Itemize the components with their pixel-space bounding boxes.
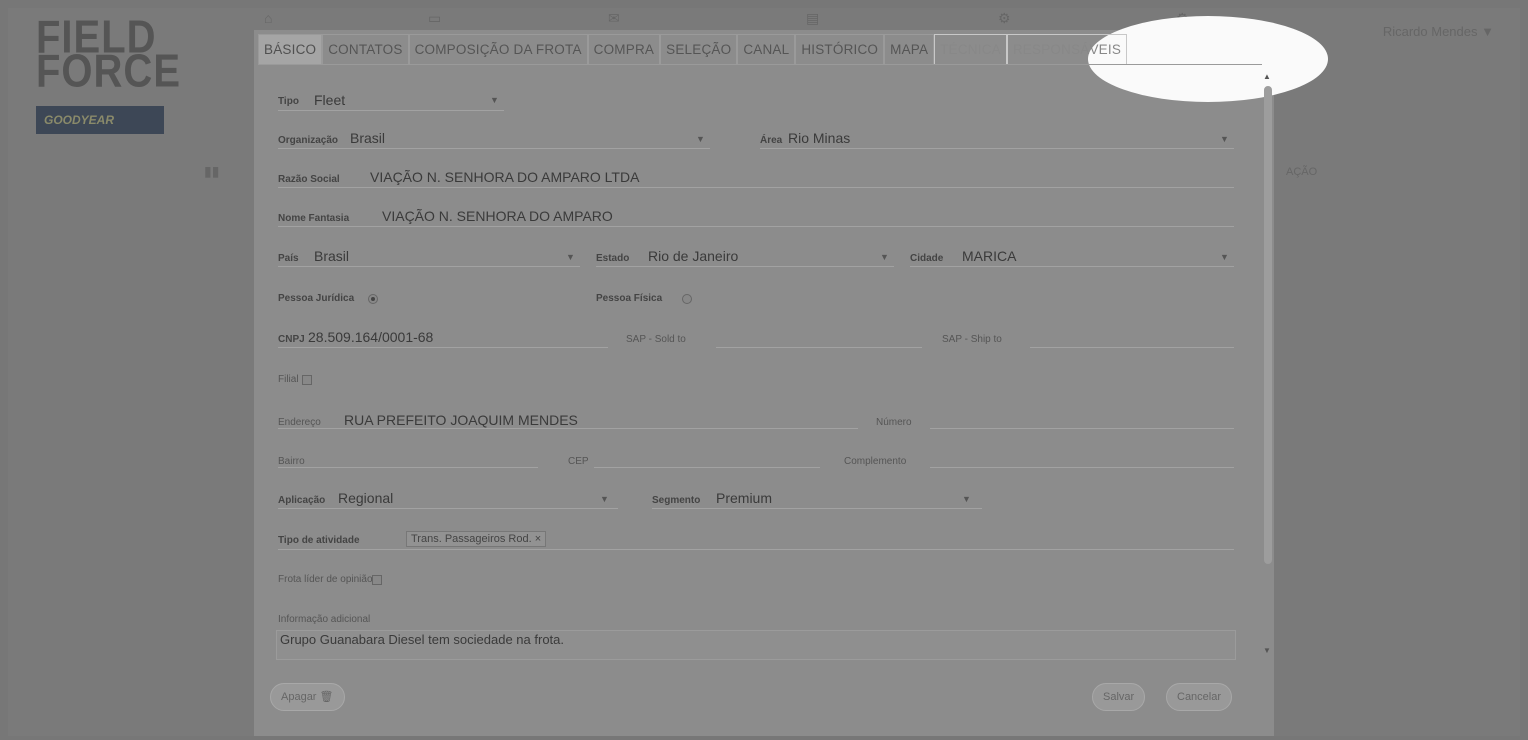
cep-label: CEP bbox=[568, 456, 589, 467]
area-select[interactable]: Rio Minas bbox=[788, 130, 850, 146]
tab-tecnica[interactable]: TÉCNICA bbox=[934, 34, 1007, 64]
background-label: AÇÃO bbox=[1286, 166, 1318, 178]
tipo-select[interactable]: Fleet bbox=[314, 92, 345, 108]
mail-icon[interactable]: ✉ bbox=[608, 10, 620, 27]
calendar-icon[interactable]: ▭ bbox=[428, 10, 441, 27]
segmento-label: Segmento bbox=[652, 495, 701, 506]
informacao-adicional-text: Grupo Guanabara Diesel tem sociedade na … bbox=[280, 632, 565, 647]
user-name: Ricardo Mendes bbox=[1382, 24, 1478, 39]
filial-label: Filial bbox=[278, 374, 299, 385]
tipo-label: Tipo bbox=[278, 96, 299, 107]
filial-checkbox[interactable] bbox=[302, 375, 312, 385]
caret-down-icon[interactable]: ▼ bbox=[490, 95, 499, 105]
cep-input[interactable] bbox=[594, 467, 820, 468]
chevron-down-icon: ▼ bbox=[1481, 24, 1494, 39]
razao-social-label: Razão Social bbox=[278, 174, 340, 185]
tab-responsaveis[interactable]: RESPONSÁVEIS bbox=[1006, 34, 1128, 64]
estado-select[interactable]: Rio de Janeiro bbox=[648, 248, 738, 264]
tab-historico[interactable]: HISTÓRICO bbox=[795, 34, 885, 64]
cnpj-input[interactable]: 28.509.164/0001-68 bbox=[308, 329, 433, 345]
scroll-up-icon[interactable]: ▲ bbox=[1262, 72, 1272, 81]
pessoa-fisica-label: Pessoa Física bbox=[596, 293, 663, 304]
user-menu[interactable]: Ricardo Mendes ▼ bbox=[1383, 24, 1494, 39]
bairro-label: Bairro bbox=[278, 456, 305, 467]
pessoa-juridica-label: Pessoa Jurídica bbox=[278, 293, 355, 304]
delete-button-label: Apagar bbox=[281, 691, 317, 703]
organizacao-label: Organização bbox=[278, 135, 339, 146]
scrollbar-thumb[interactable] bbox=[1264, 86, 1272, 564]
tab-divider bbox=[258, 64, 1262, 65]
complemento-label: Complemento bbox=[844, 456, 907, 467]
pessoa-juridica-radio[interactable] bbox=[368, 294, 378, 304]
tab-composicao-frota[interactable]: COMPOSIÇÃO DA FROTA bbox=[408, 34, 588, 64]
tab-basico[interactable]: BÁSICO bbox=[258, 34, 323, 64]
caret-down-icon[interactable]: ▼ bbox=[600, 494, 609, 504]
caret-down-icon[interactable]: ▼ bbox=[1220, 252, 1229, 262]
endereco-label: Endereço bbox=[278, 417, 321, 428]
caret-down-icon[interactable]: ▼ bbox=[1220, 134, 1229, 144]
frota-lider-label: Frota líder de opinião? bbox=[278, 574, 379, 585]
cidade-select[interactable]: MARICA bbox=[962, 248, 1016, 264]
bar-chart-icon: ▮▮ bbox=[204, 163, 220, 179]
sap-ship-to-label: SAP - Ship to bbox=[942, 334, 1002, 345]
field-force-logo[interactable]: FIELD FORCE GOODYEAR bbox=[36, 15, 181, 134]
endereco-input[interactable]: RUA PREFEITO JOAQUIM MENDES bbox=[344, 412, 578, 428]
tipo-atividade-label: Tipo de atividade bbox=[278, 535, 360, 546]
caret-down-icon[interactable]: ▼ bbox=[880, 252, 889, 262]
settings-icon[interactable]: ⚙ bbox=[998, 10, 1011, 27]
tab-compra[interactable]: COMPRA bbox=[587, 34, 661, 64]
caret-down-icon[interactable]: ▼ bbox=[696, 134, 705, 144]
pais-label: País bbox=[278, 253, 299, 264]
scroll-down-icon[interactable]: ▼ bbox=[1262, 646, 1272, 655]
razao-social-input[interactable]: VIAÇÃO N. SENHORA DO AMPARO LTDA bbox=[370, 169, 639, 185]
save-button[interactable]: Salvar bbox=[1092, 683, 1146, 711]
sap-sold-to-input[interactable] bbox=[716, 347, 922, 348]
goodyear-badge: GOODYEAR bbox=[36, 106, 164, 134]
numero-input[interactable] bbox=[930, 428, 1234, 429]
informacao-adicional-textarea[interactable]: Grupo Guanabara Diesel tem sociedade na … bbox=[276, 630, 1236, 660]
caret-down-icon[interactable]: ▼ bbox=[566, 252, 575, 262]
tab-bar: BÁSICO CONTATOS COMPOSIÇÃO DA FROTA COMP… bbox=[258, 34, 1128, 64]
bairro-input[interactable] bbox=[278, 467, 538, 468]
cidade-label: Cidade bbox=[910, 253, 944, 264]
nome-fantasia-input[interactable]: VIAÇÃO N. SENHORA DO AMPARO bbox=[382, 208, 613, 224]
caret-down-icon[interactable]: ▼ bbox=[962, 494, 971, 504]
atividade-tag[interactable]: Trans. Passageiros Rod. × bbox=[406, 531, 547, 547]
tab-canal[interactable]: CANAL bbox=[737, 34, 796, 64]
numero-label: Número bbox=[876, 417, 912, 428]
tab-selecao[interactable]: SELEÇÃO bbox=[660, 34, 738, 64]
aplicacao-select[interactable]: Regional bbox=[338, 490, 393, 506]
trash-icon: 🗑 bbox=[319, 691, 334, 703]
estado-label: Estado bbox=[596, 253, 630, 264]
chart-icon[interactable]: ▤ bbox=[806, 10, 819, 27]
sap-sold-to-label: SAP - Sold to bbox=[626, 334, 686, 345]
tipo-atividade-input[interactable] bbox=[278, 549, 1234, 550]
informacao-adicional-label: Informação adicional bbox=[278, 614, 371, 625]
sap-ship-to-input[interactable] bbox=[1030, 347, 1234, 348]
tab-contatos[interactable]: CONTATOS bbox=[322, 34, 409, 64]
delete-button[interactable]: Apagar 🗑 bbox=[270, 683, 345, 711]
logo-line2: FORCE bbox=[36, 46, 181, 97]
segmento-select[interactable]: Premium bbox=[716, 490, 772, 506]
area-label: Área bbox=[760, 135, 783, 146]
pessoa-fisica-radio[interactable] bbox=[682, 294, 692, 304]
cnpj-label: CNPJ bbox=[278, 334, 305, 345]
organizacao-select[interactable]: Brasil bbox=[350, 130, 385, 146]
home-icon[interactable]: ⌂ bbox=[264, 10, 272, 26]
pais-select[interactable]: Brasil bbox=[314, 248, 349, 264]
frota-lider-checkbox[interactable] bbox=[372, 575, 382, 585]
tab-mapa[interactable]: MAPA bbox=[884, 34, 935, 64]
cancel-button[interactable]: Cancelar bbox=[1166, 683, 1233, 711]
aplicacao-label: Aplicação bbox=[278, 495, 326, 506]
complemento-input[interactable] bbox=[930, 467, 1234, 468]
nome-fantasia-label: Nome Fantasia bbox=[278, 213, 350, 224]
